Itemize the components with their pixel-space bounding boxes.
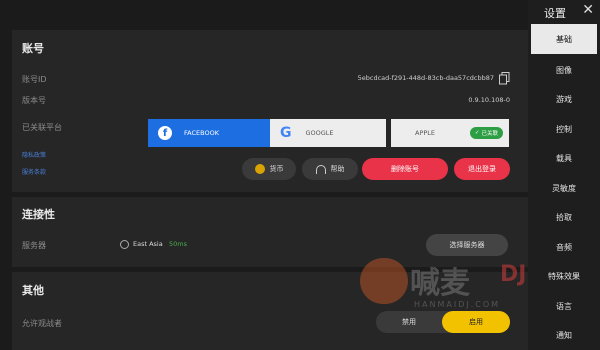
sidebar-item-controls[interactable]: 控制 [528, 114, 600, 144]
settings-main-panel: 账号 账号ID 5ebcdcad-f291-448d-83cb-daa57cdc… [0, 0, 528, 350]
account-section: 账号 账号ID 5ebcdcad-f291-448d-83cb-daa57cdc… [12, 30, 528, 192]
watermark-cn-text: 喊麦 [410, 266, 470, 301]
version-label: 版本号 [22, 96, 46, 105]
facebook-label: FACEBOOK [184, 129, 219, 137]
toggle-enable-option[interactable]: 启用 [442, 311, 510, 333]
coin-icon [254, 164, 265, 174]
select-server-button[interactable]: 选择服务器 [426, 234, 508, 256]
account-heading: 账号 [22, 42, 44, 55]
help-label: 帮助 [330, 165, 345, 173]
sidebar-item-vehicle[interactable]: 载具 [528, 143, 600, 173]
sidebar-item-sensitivity[interactable]: 灵敏度 [528, 173, 600, 203]
sidebar-item-game[interactable]: 游戏 [528, 84, 600, 114]
sidebar-item-notifications[interactable]: 通知 [528, 320, 600, 350]
allow-spectators-label: 允许观战者 [22, 319, 62, 328]
linked-status-text: 已关联 [481, 131, 498, 137]
logout-button[interactable]: 退出登录 [454, 158, 510, 180]
sidebar-item-basic[interactable]: 基础 [531, 24, 597, 54]
delete-account-button[interactable]: 删除账号 [362, 158, 448, 180]
facebook-platform-button[interactable]: f FACEBOOK [148, 119, 276, 147]
other-heading: 其他 [22, 284, 44, 297]
watermark-dj-mark: DJ [500, 262, 527, 287]
headset-icon [315, 164, 326, 174]
connectivity-section: 连接性 服务器 East Asia 50ms 选择服务器 [12, 197, 528, 267]
globe-icon [120, 240, 129, 249]
privacy-policy-link[interactable]: 隐私政策 [22, 150, 46, 159]
sidebar-item-audio[interactable]: 音频 [528, 232, 600, 262]
server-name: East Asia [133, 240, 163, 248]
google-platform-button[interactable]: G GOOGLE [270, 119, 386, 147]
close-icon[interactable]: ✕ [582, 2, 594, 18]
help-button[interactable]: 帮助 [302, 158, 358, 180]
check-icon: ✓ [474, 130, 480, 136]
toggle-disable-option[interactable]: 禁用 [376, 311, 442, 333]
sidebar-item-effects[interactable]: 特殊效果 [528, 261, 600, 291]
server-label: 服务器 [22, 241, 46, 250]
facebook-icon: f [158, 126, 172, 140]
terms-of-service-link[interactable]: 服务条款 [22, 167, 46, 176]
linked-status-badge: ✓ 已关联 [469, 127, 503, 139]
currency-label: 货币 [269, 165, 284, 173]
account-id-value: 5ebcdcad-f291-448d-83cb-daa57cdcbb87 [357, 74, 494, 82]
settings-title: 设置 [544, 7, 566, 20]
allow-spectators-toggle[interactable]: 禁用 启用 [376, 311, 510, 333]
connectivity-heading: 连接性 [22, 208, 55, 221]
apple-platform-button[interactable]: APPLE ✓ 已关联 [391, 119, 509, 147]
account-id-label: 账号ID [22, 75, 47, 84]
sidebar-item-graphics[interactable]: 图像 [528, 55, 600, 85]
apple-label: APPLE [415, 129, 436, 137]
google-icon: G [280, 125, 292, 141]
currency-button[interactable]: 货币 [242, 158, 296, 180]
google-label: GOOGLE [305, 129, 334, 137]
sidebar-item-language[interactable]: 语言 [528, 291, 600, 321]
watermark-en-text: HANMAIDJ.COM [414, 300, 501, 309]
sidebar-item-pickup[interactable]: 拾取 [528, 202, 600, 232]
settings-sidebar: 设置 ✕ 基础 图像 游戏 控制 载具 灵敏度 拾取 音频 特殊效果 语言 通知 [528, 0, 600, 350]
version-value: 0.9.10.108-0 [468, 96, 510, 104]
watermark-logo [360, 258, 408, 304]
ping-value: 50ms [169, 240, 187, 248]
copy-icon[interactable] [499, 70, 510, 85]
linked-platforms-label: 已关联平台 [22, 123, 62, 132]
